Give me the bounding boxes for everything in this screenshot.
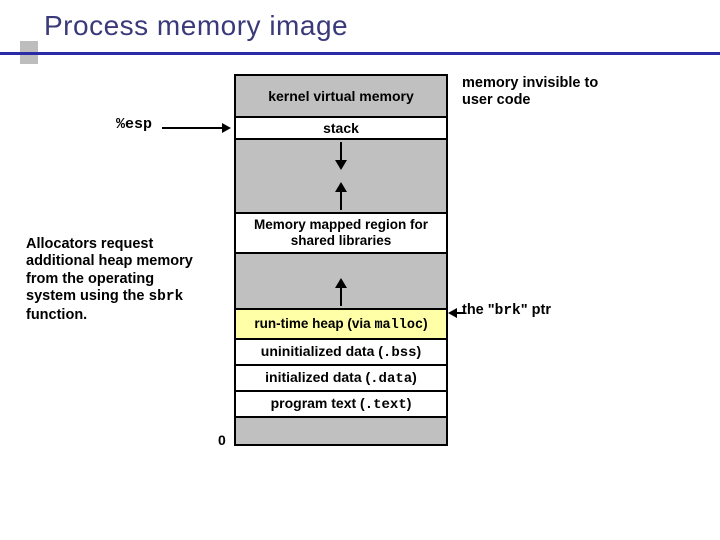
- gap-stack-to-mmap: [236, 138, 446, 212]
- arrow-up-icon: [335, 182, 347, 210]
- seg-bss-label: uninitialized data (.bss): [261, 343, 421, 361]
- rule-line: [0, 52, 720, 55]
- label-esp: %esp: [116, 116, 152, 134]
- seg-text: program text (.text): [236, 390, 446, 416]
- label-zero-addr: 0: [218, 432, 226, 448]
- slide-header: Process memory image: [0, 0, 720, 48]
- seg-stack: stack: [236, 116, 446, 138]
- title-rule: [0, 52, 720, 58]
- gap-below-text: [236, 416, 446, 444]
- seg-stack-label: stack: [323, 120, 359, 136]
- seg-kernel-vm-label: kernel virtual memory: [268, 88, 414, 104]
- label-allocator-note: Allocators request additional heap memor…: [26, 236, 222, 324]
- seg-mmap: Memory mapped region for shared librarie…: [236, 212, 446, 252]
- seg-data-label: initialized data (.data): [265, 369, 417, 387]
- arrow-left-icon: [448, 308, 465, 318]
- memory-diagram: kernel virtual memory stack Memory mappe…: [234, 74, 448, 446]
- arrow-up-icon: [335, 278, 347, 306]
- seg-data: initialized data (.data): [236, 364, 446, 390]
- seg-heap-label: run-time heap (via malloc): [254, 316, 427, 333]
- seg-mmap-label: Memory mapped region for shared librarie…: [254, 217, 428, 248]
- seg-bss: uninitialized data (.bss): [236, 338, 446, 364]
- seg-text-label: program text (.text): [271, 395, 412, 413]
- slide-title: Process memory image: [44, 10, 720, 42]
- gap-mmap-to-heap: [236, 252, 446, 308]
- seg-kernel-vm: kernel virtual memory: [236, 76, 446, 116]
- label-brk-ptr: the "brk" ptr: [462, 302, 642, 320]
- arrow-right-icon: [162, 123, 231, 133]
- seg-heap: run-time heap (via malloc): [236, 308, 446, 338]
- label-kvm-note: memory invisible to user code: [462, 75, 632, 110]
- arrow-down-icon: [335, 142, 347, 170]
